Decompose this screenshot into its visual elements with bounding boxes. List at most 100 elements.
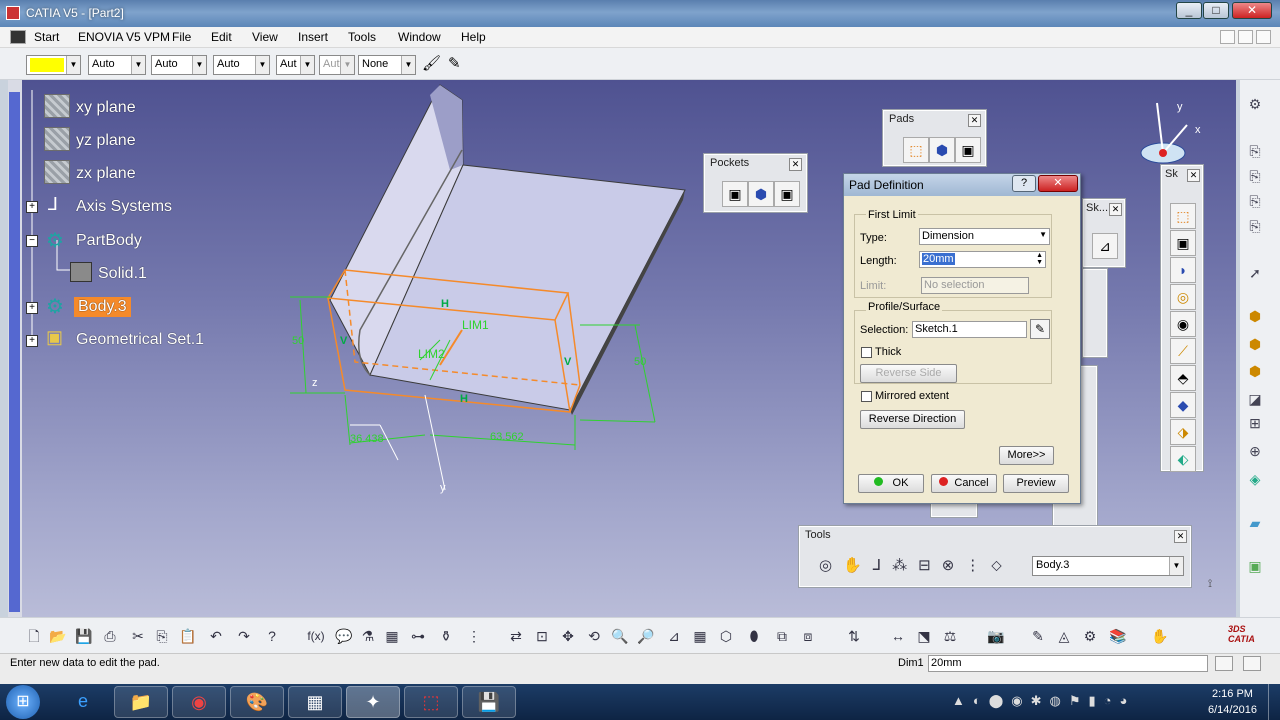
- table-icon[interactable]: ▦: [382, 626, 402, 646]
- dialog-close-button[interactable]: ✕: [1038, 175, 1078, 192]
- camera-icon[interactable]: ▣: [1244, 555, 1266, 577]
- capture-icon[interactable]: 📷: [986, 626, 1006, 646]
- sketch-toolbar[interactable]: Sk... ✕ ⊿: [1082, 198, 1126, 268]
- hide-show-icon[interactable]: ⧉: [772, 626, 792, 646]
- copy-icon[interactable]: ⎘: [152, 626, 172, 646]
- limit-input[interactable]: No selection: [921, 277, 1029, 294]
- tray-icons[interactable]: ▲◐⬤◉✱◍⚑▮◔◕: [952, 693, 1135, 709]
- paste-icon[interactable]: 📋: [178, 626, 198, 646]
- zoom-area-icon[interactable]: ⊡: [532, 626, 552, 646]
- start-orb-icon[interactable]: ⊞: [6, 685, 40, 719]
- pocket-icon[interactable]: ▣: [722, 181, 748, 207]
- pdf-icon[interactable]: ⬚: [404, 686, 458, 718]
- status-icon[interactable]: [1243, 656, 1261, 671]
- paint-icon[interactable]: 🎨: [230, 686, 284, 718]
- cancel-button[interactable]: Cancel: [931, 474, 997, 493]
- undo-icon[interactable]: ↶: [206, 626, 226, 646]
- redo-icon[interactable]: ↷: [234, 626, 254, 646]
- drafted-pad-icon[interactable]: ▣: [955, 137, 981, 163]
- close-icon[interactable]: ✕: [789, 158, 802, 171]
- fly-icon[interactable]: ⋮: [464, 626, 484, 646]
- draft-icon[interactable]: ◪: [1244, 388, 1266, 410]
- tree-item-body3[interactable]: Body.3: [74, 297, 131, 317]
- books-icon[interactable]: 📚: [1108, 626, 1128, 646]
- pad-icon[interactable]: ⬚: [903, 137, 929, 163]
- thick-checkbox[interactable]: [861, 347, 872, 358]
- cut-icon[interactable]: ✂: [128, 626, 148, 646]
- zoom-out-icon[interactable]: 🔎: [636, 626, 656, 646]
- crosshair-icon[interactable]: ⊕: [1244, 440, 1266, 462]
- render-icon[interactable]: ◈: [1244, 468, 1266, 490]
- loft-icon[interactable]: ⬗: [1170, 419, 1196, 445]
- ie-icon[interactable]: e: [56, 686, 110, 718]
- reverse-side-button[interactable]: Reverse Side: [860, 364, 957, 383]
- solid-icon[interactable]: ⬢: [1244, 333, 1266, 355]
- save-icon[interactable]: 💾: [74, 626, 94, 646]
- sketch-icon[interactable]: ⊿: [1092, 233, 1118, 259]
- collapse-icon[interactable]: −: [26, 235, 38, 247]
- sketch-edit-icon[interactable]: ✎: [1030, 319, 1050, 339]
- iso-view-icon[interactable]: ⬡: [716, 626, 736, 646]
- clock-date[interactable]: 6/14/2016: [1208, 704, 1257, 716]
- apply-material-icon[interactable]: ⚙: [1080, 626, 1100, 646]
- type-select[interactable]: Dimension ▼: [919, 228, 1050, 245]
- work-object-combo[interactable]: Body.3 ▼: [1032, 556, 1184, 576]
- selection-input[interactable]: Sketch.1: [912, 321, 1027, 338]
- measure-icon[interactable]: ⊞: [1244, 412, 1266, 434]
- tree-item-partbody[interactable]: PartBody: [76, 232, 142, 250]
- swap-icon[interactable]: ⧈: [798, 626, 818, 646]
- expand-icon[interactable]: +: [26, 302, 38, 314]
- drafted-pocket-icon[interactable]: ▣: [774, 181, 800, 207]
- tools-toolbar[interactable]: Tools ✕ ◎✋⅃⁂⊟⊗⋮⬦ Body.3 ▼: [798, 525, 1192, 588]
- tree-item-yz-plane[interactable]: yz plane: [76, 132, 136, 150]
- recorder-icon[interactable]: 💾: [462, 686, 516, 718]
- whats-this-icon[interactable]: ?: [262, 626, 282, 646]
- expand-icon[interactable]: +: [26, 201, 38, 213]
- catia-task-icon[interactable]: ✦: [346, 686, 400, 718]
- zoom-in-icon[interactable]: 🔍: [610, 626, 630, 646]
- explorer-icon[interactable]: 📁: [114, 686, 168, 718]
- new-icon[interactable]: 🗋: [24, 626, 44, 646]
- map-icon[interactable]: ◬: [1054, 626, 1074, 646]
- pads-toolbar[interactable]: Pads ✕ ⬚ ⬢ ▣: [882, 109, 987, 167]
- shaft-icon[interactable]: ◗: [1170, 257, 1196, 283]
- gear-icon[interactable]: ⚙: [1244, 93, 1266, 115]
- measure-item-icon[interactable]: ⬔: [914, 626, 934, 646]
- measure-between-icon[interactable]: ↔: [888, 626, 908, 646]
- normal-view-icon[interactable]: ⊿: [664, 626, 684, 646]
- close-icon[interactable]: ✕: [1109, 203, 1122, 216]
- tree-item-xy-plane[interactable]: xy plane: [76, 99, 136, 117]
- expand-icon[interactable]: +: [26, 335, 38, 347]
- stiffener-icon[interactable]: ◆: [1170, 392, 1196, 418]
- doc-icon[interactable]: ⎘: [1244, 190, 1266, 212]
- remove-loft-icon[interactable]: ⬖: [1170, 446, 1196, 472]
- clock-time[interactable]: 2:16 PM: [1212, 688, 1253, 700]
- pad-icon[interactable]: ⬚: [1170, 203, 1196, 229]
- groove-icon[interactable]: ◎: [1170, 284, 1196, 310]
- tree-item-geometrical-set[interactable]: Geometrical Set.1: [76, 331, 204, 349]
- slot-icon[interactable]: ⬘: [1170, 365, 1196, 391]
- close-icon[interactable]: ✕: [968, 114, 981, 127]
- hand-icon[interactable]: ✋: [1150, 626, 1170, 646]
- tree-item-solid[interactable]: Solid.1: [98, 265, 147, 283]
- print-icon[interactable]: ⎙: [100, 626, 120, 646]
- multi-pocket-icon[interactable]: ⬢: [748, 181, 774, 207]
- comment-icon[interactable]: 💬: [334, 626, 354, 646]
- reverse-direction-button[interactable]: Reverse Direction: [860, 410, 965, 429]
- preview-button[interactable]: Preview: [1003, 474, 1069, 493]
- solid-icon[interactable]: ⬢: [1244, 360, 1266, 382]
- doc-icon[interactable]: ⎘: [1244, 140, 1266, 162]
- close-icon[interactable]: ✕: [1174, 530, 1187, 543]
- shading-icon[interactable]: ⬮: [744, 626, 764, 646]
- pockets-toolbar[interactable]: Pockets ✕ ▣ ⬢ ▣: [703, 153, 808, 213]
- hole-icon[interactable]: ◉: [1170, 311, 1196, 337]
- knowledge-icon[interactable]: ⚗: [358, 626, 378, 646]
- show-desktop-button[interactable]: [1268, 684, 1280, 720]
- solid-icon[interactable]: ⬢: [1244, 305, 1266, 327]
- multi-view-icon[interactable]: ▦: [690, 626, 710, 646]
- mirrored-extent-checkbox[interactable]: [861, 391, 872, 402]
- pocket-icon[interactable]: ▣: [1170, 230, 1196, 256]
- select-arrow-icon[interactable]: ➚: [1244, 262, 1266, 284]
- eraser-icon[interactable]: ▰: [1244, 512, 1266, 534]
- doc-icon[interactable]: ⎘: [1244, 165, 1266, 187]
